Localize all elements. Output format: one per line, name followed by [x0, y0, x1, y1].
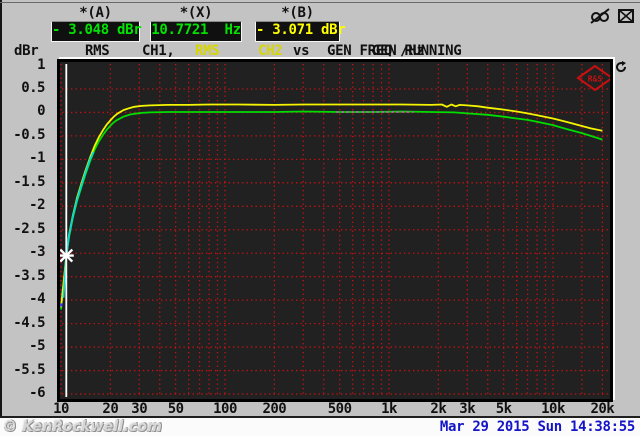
value-x-readout: 10.7721 Hz [150, 21, 242, 42]
logo-text: R&S [588, 75, 603, 84]
plot-frame: R&S [57, 59, 614, 402]
x-axis-tick-label: 200 [262, 401, 287, 417]
x-axis-tick-label: 5k [495, 401, 512, 417]
y-axis-tick-label: -2 [29, 197, 45, 214]
y-axis-tick-label: -5 [29, 338, 45, 355]
ch2-function-label: RMS [195, 43, 220, 59]
trace-start-tick [60, 303, 63, 307]
ch2-name-label: CH2 [258, 43, 283, 59]
y-axis-tick-label: -4 [29, 291, 45, 308]
analyzer-screen: *(A) *(X) *(B) - 3.048 dBr 10.7721 Hz - … [0, 0, 640, 436]
y-axis-tick-label: -2.5 [13, 220, 45, 237]
sweep-cycle-icon [616, 61, 627, 73]
watermark: © KenRockwell.com [3, 419, 162, 435]
y-axis-tick-label: -6 [29, 385, 45, 401]
x-axis-tick-label: 10 [53, 401, 69, 417]
crossed-screen-icon [618, 9, 634, 23]
value-a-readout: - 3.048 dBr [51, 21, 142, 42]
y-axis-tick-label: 1 [37, 56, 45, 73]
y-axis-tick-label: -1 [29, 150, 45, 167]
x-axis-tick-label: 500 [327, 401, 352, 417]
y-axis-tick-label: -3 [29, 244, 45, 261]
y-axis-tick-label: -3.5 [13, 267, 45, 284]
x-axis-tick-label: 10k [541, 401, 565, 417]
footer-strip: © KenRockwell.com Mar 29 2015 Sun 14:38:… [0, 416, 640, 436]
plot-canvas: R&S [58, 64, 614, 397]
screen-top-edge [0, 2, 640, 3]
vs-label: vs [293, 43, 310, 59]
rohde-schwarz-logo: R&S [576, 64, 614, 92]
x-axis-tick-label: 50 [167, 401, 184, 417]
field-b-label: *(B) [281, 5, 314, 21]
x-axis-tick-label: 20k [590, 401, 615, 417]
crossed-speaker-icon [590, 8, 610, 24]
y-axis-tick-label: -4.5 [13, 314, 45, 331]
x-axis-tick-label: 100 [213, 401, 237, 417]
trace-ch1-rms-trace-a- [60, 110, 603, 310]
value-b-readout: - 3.071 dBr [255, 21, 346, 42]
field-a-label: *(A) [79, 5, 112, 21]
y-axis-tick-label: 0.5 [21, 79, 45, 96]
ch1-name-label: CH1, [142, 43, 175, 59]
screen-left-edge [0, 0, 2, 436]
trace-a-b-overlap-segment [62, 151, 95, 298]
ch1-function-label: RMS [85, 43, 110, 59]
field-x-label: *(X) [179, 5, 213, 21]
y-axis-tick-label: -5.5 [13, 361, 45, 378]
y-axis-tick-label: -1.5 [13, 173, 45, 190]
y-axis-tick-label: 0 [37, 103, 45, 120]
datetime-label: Mar 29 2015 Sun 14:38:55 [439, 419, 635, 435]
y-axis-tick-label: -0.5 [13, 126, 45, 143]
x-axis-function-label: GEN FREQ /Hz [327, 43, 425, 59]
x-axis-tick-label: 1k [381, 401, 397, 417]
